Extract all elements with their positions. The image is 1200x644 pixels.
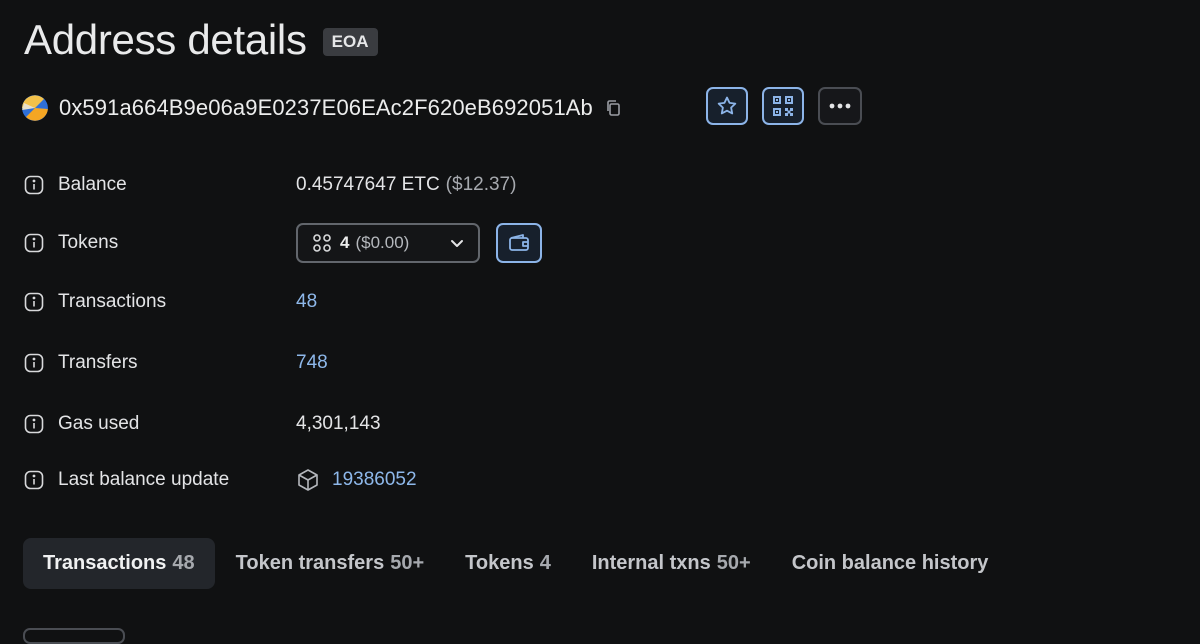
balance-value: 0.45747647 ETC	[296, 174, 440, 195]
transactions-row: Transactions 48	[24, 282, 317, 322]
qr-code-button[interactable]	[762, 87, 804, 125]
tokens-usd: ($0.00)	[355, 233, 410, 252]
block-cube-icon	[296, 468, 320, 492]
balance-label: Balance	[58, 174, 127, 195]
chevron-down-icon	[450, 239, 464, 248]
transfers-label: Transfers	[58, 352, 138, 373]
tokens-row: Tokens 4 ($0.00)	[24, 223, 542, 263]
block-number-link[interactable]: 19386052	[332, 469, 417, 491]
transactions-label: Transactions	[58, 291, 167, 312]
address-type-badge: EOA	[322, 28, 378, 56]
last-balance-update-row: Last balance update 19386052	[24, 460, 417, 500]
address-row: 0x591a664B9e06a9E0237E06EAc2F620eB692051…	[22, 86, 621, 130]
tab-label: Transactions	[43, 552, 167, 574]
qr-code-icon	[772, 95, 794, 117]
tab-coin-balance-history[interactable]: Coin balance history	[772, 538, 1009, 589]
wallet-icon	[508, 233, 530, 253]
more-actions-button[interactable]	[818, 87, 862, 125]
transfers-count-link[interactable]: 748	[296, 343, 328, 383]
tab-count: 4	[539, 552, 551, 574]
tab-transactions[interactable]: Transactions 48	[23, 538, 215, 589]
copy-icon[interactable]	[605, 99, 621, 117]
tab-tokens[interactable]: Tokens 4	[445, 538, 571, 589]
balance-usd: ($12.37)	[445, 174, 517, 195]
balance-value-group: 0.45747647 ETC ($12.37)	[296, 165, 516, 205]
info-icon[interactable]	[24, 470, 44, 490]
filter-button[interactable]	[23, 628, 125, 644]
last-balance-update-label: Last balance update	[58, 469, 230, 490]
tab-count: 48	[172, 552, 195, 574]
gas-used-row: Gas used 4,301,143	[24, 404, 381, 444]
gas-used-value: 4,301,143	[296, 413, 381, 434]
address-tabs: Transactions 48 Token transfers 50+ Toke…	[23, 538, 1009, 589]
tab-token-transfers[interactable]: Token transfers 50+	[216, 538, 445, 589]
info-icon[interactable]	[24, 292, 44, 312]
wallet-button[interactable]	[496, 223, 542, 263]
info-icon[interactable]	[24, 414, 44, 434]
page-title: Address details	[24, 16, 307, 63]
transfers-row: Transfers 748	[24, 343, 328, 383]
tokens-grid-icon	[312, 233, 332, 253]
tokens-dropdown[interactable]: 4 ($0.00)	[296, 223, 480, 263]
tab-count: 50+	[390, 552, 425, 574]
tab-internal-txns[interactable]: Internal txns 50+	[572, 538, 771, 589]
tokens-label: Tokens	[58, 232, 119, 253]
address-hash: 0x591a664B9e06a9E0237E06EAc2F620eB692051…	[59, 95, 593, 120]
transactions-count-link[interactable]: 48	[296, 282, 317, 322]
page-header: Address details EOA	[24, 14, 378, 66]
address-avatar-icon	[22, 95, 48, 121]
more-horizontal-icon	[828, 102, 852, 110]
info-icon[interactable]	[24, 353, 44, 373]
add-to-watchlist-button[interactable]	[706, 87, 748, 125]
tokens-value-group: 4 ($0.00)	[296, 223, 542, 263]
tab-label: Internal txns	[591, 552, 711, 574]
star-icon	[716, 95, 738, 117]
tab-label: Token transfers	[235, 552, 385, 574]
info-icon[interactable]	[24, 175, 44, 195]
tab-label: Coin balance history	[791, 552, 989, 574]
tab-count: 50+	[716, 552, 751, 574]
gas-used-label: Gas used	[58, 413, 140, 434]
balance-row: Balance 0.45747647 ETC ($12.37)	[24, 165, 516, 205]
info-icon[interactable]	[24, 233, 44, 253]
tab-label: Tokens	[465, 552, 534, 574]
tokens-count: 4	[340, 233, 350, 252]
last-balance-update-value-group: 19386052	[296, 460, 417, 500]
